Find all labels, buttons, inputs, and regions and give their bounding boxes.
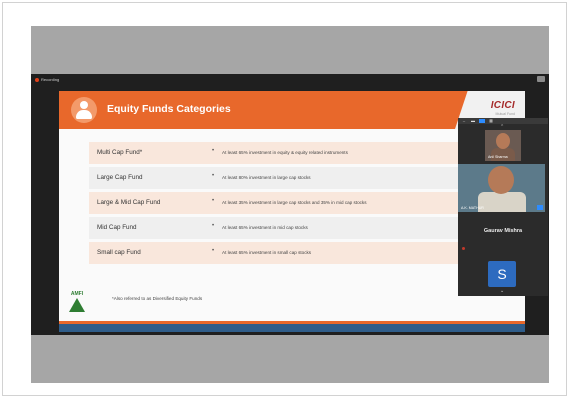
bullet: • (212, 248, 215, 254)
fund-category-table: Multi Cap Fund* • At least 65% investmen… (89, 142, 485, 267)
hide-video-icon[interactable]: ▬ (470, 119, 476, 123)
participants-panel: – ▬ ▦ ⌃ Anil Sharma A.K. MATHUR Gaurav M… (458, 118, 548, 296)
table-row: Small cap Fund • At least 65% investment… (89, 242, 485, 264)
mic-icon (537, 205, 543, 210)
shared-slide: Equity Funds Categories ICICI Mutual Fun… (59, 91, 525, 332)
video-tile[interactable]: Anil Sharma (485, 130, 521, 161)
letterbox-top (31, 26, 549, 74)
footer-bar (59, 324, 525, 332)
category-name: Small cap Fund (97, 249, 141, 256)
active-speaker-name: Gaurav Mishra (483, 228, 523, 234)
category-description: At least 80% investment in large cap sto… (222, 175, 311, 180)
status-dot (462, 247, 465, 250)
table-row: Large Cap Fund • At least 80% investment… (89, 167, 485, 189)
letterbox-bottom (31, 335, 549, 383)
video-tile[interactable]: A.K. MATHUR (458, 164, 545, 212)
bullet: • (212, 148, 215, 154)
category-name: Large & Mid Cap Fund (97, 199, 161, 206)
chevron-down-icon[interactable]: ⌄ (500, 288, 504, 294)
category-name: Mid Cap Fund (97, 224, 137, 231)
participant-name: Anil Sharma (488, 155, 508, 159)
bullet: • (212, 173, 215, 179)
bullet: • (212, 198, 215, 204)
category-description: At least 65% investment in mid cap stock… (222, 225, 308, 230)
icici-logo: ICICI (490, 100, 515, 111)
camera-icon[interactable] (537, 76, 545, 82)
category-name: Multi Cap Fund* (97, 149, 143, 156)
table-row: Multi Cap Fund* • At least 65% investmen… (89, 142, 485, 164)
avatar[interactable]: S (488, 261, 516, 287)
category-description: At least 65% investment in small cap sto… (222, 250, 312, 255)
slide-title: Equity Funds Categories (107, 103, 231, 115)
recording-label: Recording (41, 77, 60, 82)
category-description: At least 35% investment in large cap sto… (222, 200, 367, 205)
speaker-view-icon[interactable] (479, 119, 485, 123)
category-description: At least 65% investment in equity & equi… (222, 150, 348, 155)
category-name: Large Cap Fund (97, 174, 143, 181)
minimize-icon[interactable]: – (461, 119, 467, 123)
table-row: Large & Mid Cap Fund • At least 35% inve… (89, 192, 485, 214)
recording-icon (35, 78, 39, 82)
user-icon (71, 97, 97, 123)
participant-name: A.K. MATHUR (461, 206, 484, 210)
slide-header: Equity Funds Categories ICICI Mutual Fun… (59, 91, 525, 129)
amfi-logo: AMFI (65, 291, 89, 315)
slide-footnote: *Also referred to as Diversified Equity … (112, 296, 203, 301)
table-row: Mid Cap Fund • At least 65% investment i… (89, 217, 485, 239)
gallery-view-icon[interactable]: ▦ (488, 119, 494, 123)
logo-subtitle: Mutual Fund (495, 112, 515, 116)
recording-bar: Recording (31, 74, 549, 86)
bullet: • (212, 223, 215, 229)
meeting-window: Recording Equity Funds Categories ICICI … (31, 74, 549, 335)
